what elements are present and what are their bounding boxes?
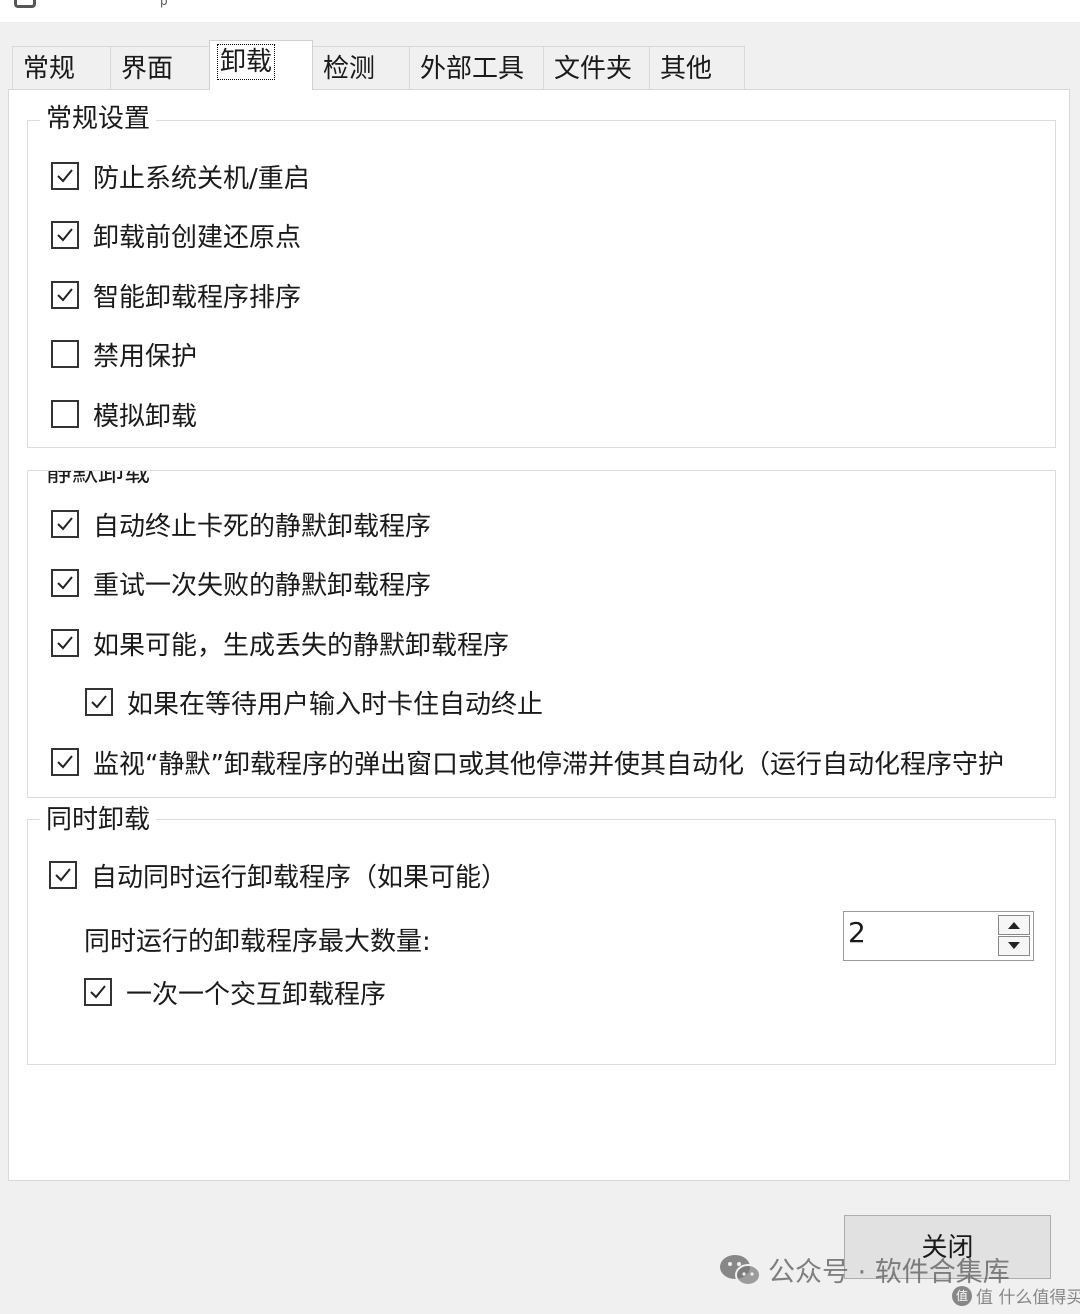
tab-label: 卸载 bbox=[216, 44, 276, 80]
wechat-icon bbox=[720, 1254, 761, 1286]
checkmark-icon bbox=[57, 636, 73, 650]
checkmark-icon bbox=[57, 576, 73, 590]
checkbox[interactable] bbox=[85, 688, 113, 716]
app-icon bbox=[14, 0, 36, 8]
checkbox[interactable] bbox=[51, 748, 79, 776]
option-kill-stuck[interactable]: 自动终止卡死的静默卸载程序 bbox=[51, 507, 432, 542]
zhi-logo-icon: 值 bbox=[952, 1285, 972, 1306]
checkbox[interactable] bbox=[51, 281, 79, 309]
option-label: 防止系统关机/重启 bbox=[93, 163, 310, 194]
tab-uninstall[interactable]: 卸载 bbox=[209, 40, 313, 90]
checkbox[interactable] bbox=[51, 629, 79, 657]
tab-strip: 常规 界面 卸载 检测 外部工具 文件夹 其他 bbox=[12, 40, 745, 90]
checkbox[interactable] bbox=[51, 400, 79, 428]
checkmark-icon bbox=[55, 868, 71, 882]
checkbox[interactable] bbox=[51, 340, 79, 368]
title-bar: p bbox=[0, 0, 1080, 22]
option-label: 模拟卸载 bbox=[93, 401, 198, 432]
site-watermark-text: 值 什么值得买 bbox=[976, 1288, 1080, 1308]
option-label: 一次一个交互卸载程序 bbox=[126, 979, 387, 1010]
option-label: 监视“静默”卸载程序的弹出窗口或其他停滞并使其自动化（运行自动化程序守护 bbox=[93, 749, 1004, 780]
option-monitor-popups[interactable]: 监视“静默”卸载程序的弹出窗口或其他停滞并使其自动化（运行自动化程序守护 bbox=[51, 745, 1004, 780]
checkbox[interactable] bbox=[49, 861, 77, 889]
option-label: 智能卸载程序排序 bbox=[93, 282, 302, 313]
checkmark-icon bbox=[57, 228, 73, 242]
group-title: 同时卸载 bbox=[40, 803, 157, 837]
tab-folders[interactable]: 文件夹 bbox=[543, 46, 650, 90]
checkmark-icon bbox=[90, 985, 106, 999]
option-generate-missing[interactable]: 如果可能，生成丢失的静默卸载程序 bbox=[51, 626, 510, 661]
checkmark-icon bbox=[57, 755, 73, 769]
checkbox[interactable] bbox=[51, 569, 79, 597]
option-label: 如果可能，生成丢失的静默卸载程序 bbox=[93, 630, 510, 661]
option-smart-sort[interactable]: 智能卸载程序排序 bbox=[51, 278, 302, 313]
tab-label: 界面 bbox=[121, 54, 174, 84]
option-retry-failed[interactable]: 重试一次失败的静默卸载程序 bbox=[51, 566, 432, 601]
option-simulate-uninstall[interactable]: 模拟卸载 bbox=[51, 397, 198, 432]
checkmark-icon bbox=[57, 169, 73, 183]
tab-label: 文件夹 bbox=[554, 54, 633, 84]
spinbox-value[interactable]: 2 bbox=[848, 916, 866, 949]
option-label: 自动终止卡死的静默卸载程序 bbox=[93, 511, 432, 542]
checkmark-icon bbox=[57, 517, 73, 531]
option-auto-concurrent[interactable]: 自动同时运行卸载程序（如果可能） bbox=[49, 858, 508, 893]
checkbox[interactable] bbox=[51, 162, 79, 190]
arrow-down-icon bbox=[1008, 942, 1020, 949]
max-concurrent-label: 同时运行的卸载程序最大数量: bbox=[84, 927, 431, 957]
tab-label: 常规 bbox=[23, 54, 76, 84]
tab-detection[interactable]: 检测 bbox=[312, 46, 410, 90]
group-title: 静默卸载 bbox=[40, 471, 157, 490]
tab-interface[interactable]: 界面 bbox=[110, 46, 210, 90]
checkbox[interactable] bbox=[51, 510, 79, 538]
spin-up-button[interactable] bbox=[998, 915, 1030, 935]
group-title: 常规设置 bbox=[40, 102, 157, 136]
option-create-restore-point[interactable]: 卸载前创建还原点 bbox=[51, 218, 302, 253]
max-concurrent-spinbox[interactable]: 2 bbox=[843, 911, 1034, 961]
option-kill-on-input-wait[interactable]: 如果在等待用户输入时卡住自动终止 bbox=[85, 685, 544, 720]
option-label: 卸载前创建还原点 bbox=[93, 222, 302, 253]
window-title: p bbox=[160, 0, 168, 8]
tab-label: 检测 bbox=[323, 54, 376, 84]
arrow-up-icon bbox=[1008, 922, 1020, 929]
spin-down-button[interactable] bbox=[998, 936, 1030, 956]
option-label: 禁用保护 bbox=[93, 341, 198, 372]
tab-panel-uninstall: 常规设置 防止系统关机/重启 卸载前创建还原点 智能卸载程序排序 禁用保护 模拟… bbox=[8, 89, 1070, 1181]
checkbox[interactable] bbox=[84, 978, 112, 1006]
option-disable-protection[interactable]: 禁用保护 bbox=[51, 337, 198, 372]
group-quiet-uninstall: 静默卸载 自动终止卡死的静默卸载程序 重试一次失败的静默卸载程序 如果可能，生成… bbox=[27, 470, 1056, 798]
option-label: 自动同时运行卸载程序（如果可能） bbox=[91, 862, 508, 893]
tab-label: 其他 bbox=[660, 54, 713, 84]
tab-general[interactable]: 常规 bbox=[12, 46, 111, 90]
tab-label: 外部工具 bbox=[420, 54, 525, 84]
option-one-interactive[interactable]: 一次一个交互卸载程序 bbox=[84, 975, 387, 1010]
option-prevent-shutdown[interactable]: 防止系统关机/重启 bbox=[51, 159, 310, 194]
checkmark-icon bbox=[91, 695, 107, 709]
option-label: 如果在等待用户输入时卡住自动终止 bbox=[127, 689, 544, 720]
site-watermark: 值 值 什么值得买 bbox=[952, 1283, 1080, 1308]
tab-external-tools[interactable]: 外部工具 bbox=[409, 46, 544, 90]
tab-other[interactable]: 其他 bbox=[649, 46, 745, 90]
group-general-settings: 常规设置 防止系统关机/重启 卸载前创建还原点 智能卸载程序排序 禁用保护 模拟… bbox=[27, 102, 1056, 448]
checkmark-icon bbox=[57, 288, 73, 302]
checkbox[interactable] bbox=[51, 221, 79, 249]
option-label: 重试一次失败的静默卸载程序 bbox=[93, 570, 432, 601]
